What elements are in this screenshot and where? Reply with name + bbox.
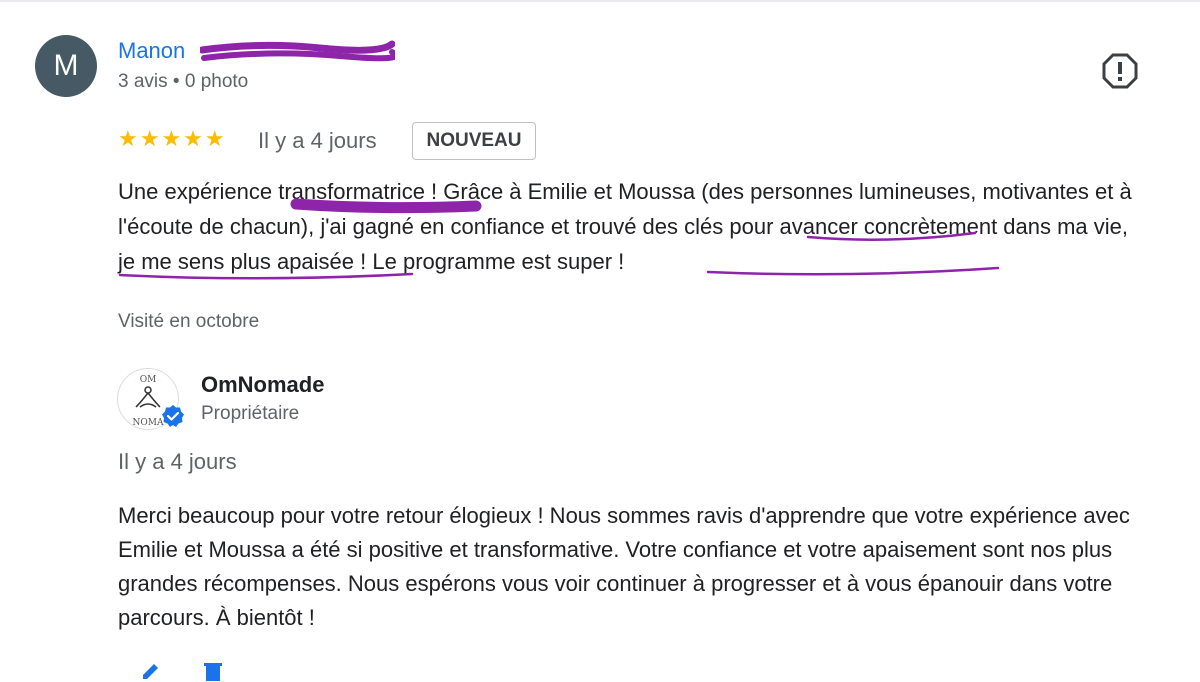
- new-badge: NOUVEAU: [412, 122, 536, 160]
- review-text-part: pour avancer: [723, 214, 864, 239]
- owner-reply-text: Merci beaucoup pour votre retour élogieu…: [118, 503, 1130, 630]
- verified-icon: [162, 405, 184, 427]
- report-icon[interactable]: [1101, 52, 1139, 90]
- review-time: Il y a 4 jours: [258, 128, 377, 153]
- author-name[interactable]: Manon: [118, 38, 185, 64]
- author-meta: 3 avis • 0 photo: [118, 71, 249, 92]
- reply-actions: [140, 660, 224, 682]
- logo-bottom-text: NOMA: [133, 418, 164, 428]
- visited-date: Visité en octobre: [118, 311, 260, 332]
- reply-time: Il y a 4 jours: [118, 449, 237, 474]
- highlight-concretement: concrètement dans ma vie: [863, 214, 1122, 239]
- owner-name: OmNomade: [201, 372, 325, 397]
- review-text-part: Une expérience: [118, 179, 279, 204]
- review-text: Une expérience transformatrice ! Grâce à…: [118, 174, 1148, 279]
- highlight-programme: Le programme est super !: [372, 249, 625, 274]
- edit-icon: [143, 664, 158, 679]
- highlight-trouve-des-cles: trouvé des clés: [575, 214, 724, 239]
- redaction-scribble: [200, 40, 395, 62]
- delete-icon: [204, 663, 222, 681]
- author-avatar[interactable]: M: [35, 35, 97, 97]
- delete-button[interactable]: [202, 660, 224, 682]
- avatar-letter: M: [53, 49, 79, 82]
- highlight-transformatrice: transformatrice !: [278, 179, 438, 204]
- top-divider: [0, 0, 1200, 2]
- owner-role: Propriétaire: [201, 403, 300, 424]
- logo-top-text: OM: [140, 375, 157, 385]
- rating-stars: ★★★★★: [118, 126, 227, 151]
- edit-button[interactable]: [140, 660, 162, 682]
